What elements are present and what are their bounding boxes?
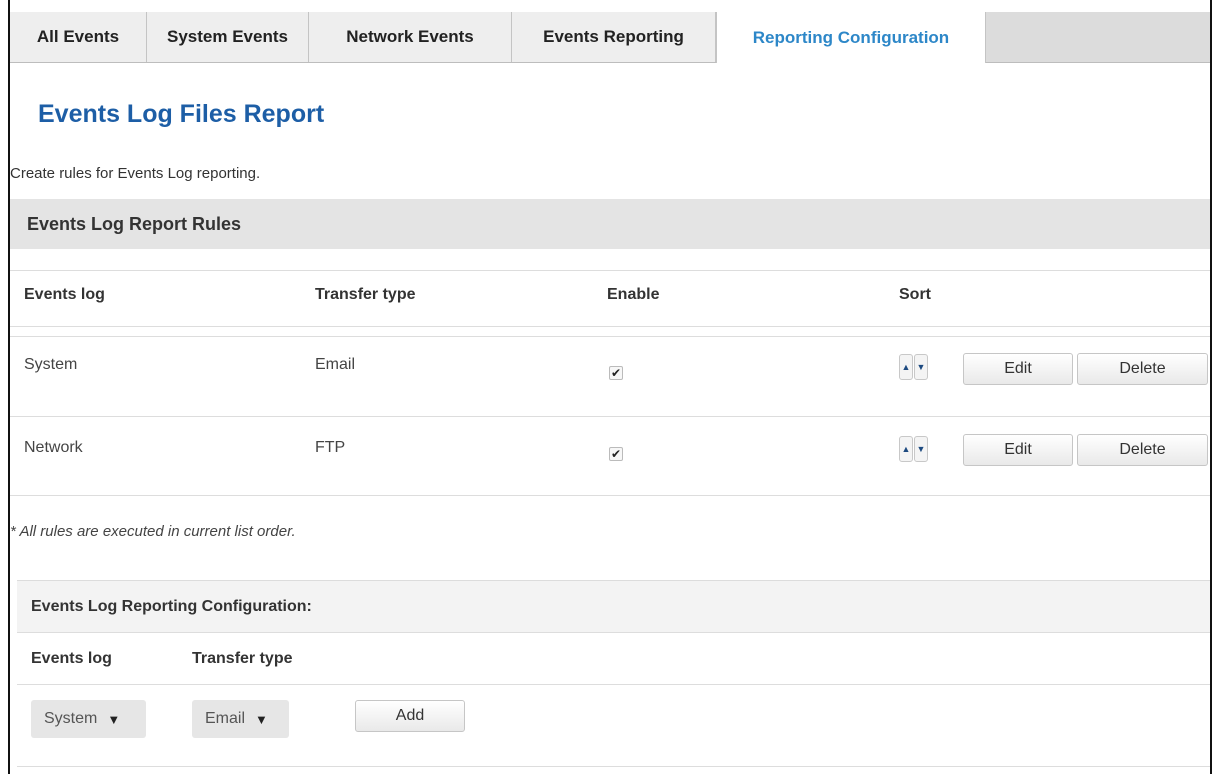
- sort-up-icon[interactable]: ▲: [899, 436, 913, 462]
- enable-checkbox[interactable]: ✔: [609, 447, 623, 461]
- transfer-type-select-value: Email: [205, 710, 246, 727]
- page-description: Create rules for Events Log reporting.: [10, 165, 261, 182]
- enable-checkbox[interactable]: ✔: [609, 366, 623, 380]
- delete-button[interactable]: Delete: [1077, 353, 1208, 385]
- page-title: Events Log Files Report: [38, 100, 325, 128]
- delete-button[interactable]: Delete: [1077, 434, 1208, 466]
- sort-up-icon[interactable]: ▲: [899, 354, 913, 380]
- rules-order-note: * All rules are executed in current list…: [10, 523, 296, 540]
- tab-bar: All Events System Events Network Events …: [10, 12, 1210, 63]
- edit-button[interactable]: Edit: [963, 434, 1073, 466]
- tab-system-events[interactable]: System Events: [147, 12, 309, 62]
- config-bottom-divider: [17, 766, 1210, 767]
- tab-all-events[interactable]: All Events: [10, 12, 147, 62]
- checkmark-icon: ✔: [610, 366, 622, 380]
- tab-network-events[interactable]: Network Events: [309, 12, 512, 62]
- config-header-divider: [17, 632, 1210, 633]
- checkmark-icon: ✔: [610, 447, 622, 461]
- sort-controls: ▲ ▼: [899, 436, 928, 462]
- events-log-select[interactable]: System ▼: [31, 700, 146, 738]
- column-header-enable: Enable: [607, 286, 660, 303]
- table-top-divider: [10, 270, 1210, 271]
- caret-down-icon: ▼: [107, 711, 121, 727]
- sort-down-icon[interactable]: ▼: [914, 354, 928, 380]
- column-header-events-log: Events log: [24, 286, 105, 303]
- caret-down-icon: ▼: [255, 711, 268, 727]
- config-row-divider: [17, 684, 1210, 685]
- rules-section-header: Events Log Report Rules: [10, 199, 1210, 249]
- row-divider: [10, 416, 1210, 417]
- sort-down-icon[interactable]: ▼: [914, 436, 928, 462]
- events-log-select-value: System: [44, 710, 98, 727]
- config-column-events-log: Events log: [31, 650, 112, 667]
- edit-button[interactable]: Edit: [963, 353, 1073, 385]
- column-header-transfer-type: Transfer type: [315, 286, 416, 303]
- row-events-log: System: [24, 356, 78, 373]
- add-button[interactable]: Add: [355, 700, 465, 732]
- page-frame-left: [8, 0, 10, 774]
- transfer-type-select[interactable]: Email ▼: [192, 700, 289, 738]
- table-bottom-divider: [10, 495, 1210, 496]
- config-column-transfer-type: Transfer type: [192, 650, 293, 667]
- table-header-divider: [10, 326, 1210, 327]
- tab-events-reporting[interactable]: Events Reporting: [512, 12, 716, 62]
- row-transfer-type: FTP: [315, 439, 346, 456]
- column-header-sort: Sort: [899, 286, 931, 303]
- row-events-log: Network: [24, 439, 83, 456]
- page-frame-right: [1210, 0, 1212, 774]
- row-divider: [10, 336, 1210, 337]
- row-transfer-type: Email: [315, 356, 356, 373]
- rules-section-title: Events Log Report Rules: [27, 213, 242, 234]
- config-section-title: Events Log Reporting Configuration:: [31, 598, 312, 615]
- tab-reporting-configuration[interactable]: Reporting Configuration: [716, 12, 986, 63]
- sort-controls: ▲ ▼: [899, 354, 928, 380]
- config-section-header: Events Log Reporting Configuration:: [17, 580, 1210, 633]
